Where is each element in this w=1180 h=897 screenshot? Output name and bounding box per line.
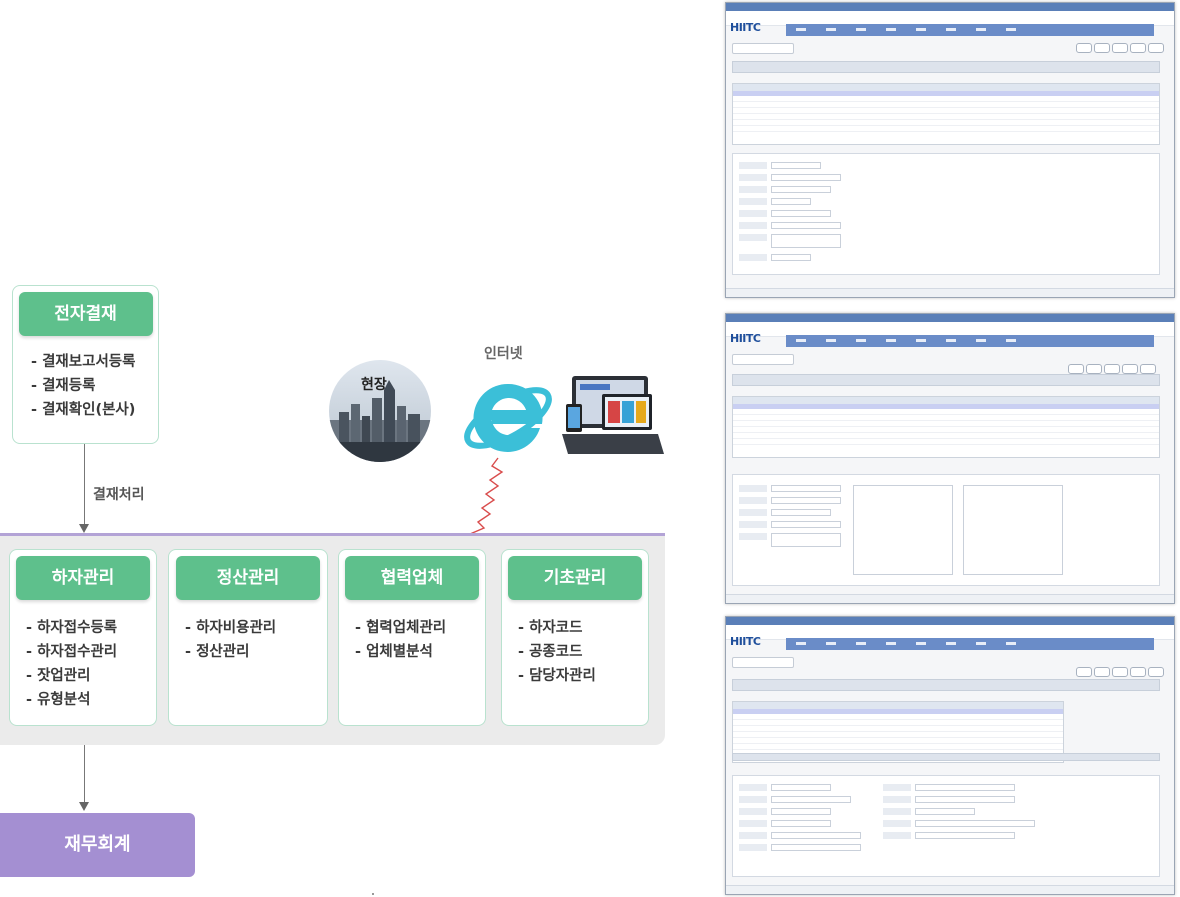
finance-arrow-line [84, 745, 85, 805]
approval-item: 결재보고서등록 [31, 350, 158, 374]
network-connection [469, 457, 504, 535]
module-item: 하자비용관리 [185, 616, 327, 640]
app-logo: HIITC [730, 635, 761, 648]
module-item: 담당자관리 [518, 664, 648, 688]
internet-explorer-icon [464, 383, 552, 452]
module-card: 협력업체 협력업체관리 업체별분석 [338, 549, 486, 726]
module-item: 하자코드 [518, 616, 648, 640]
process-label: 결재처리 [93, 487, 145, 503]
module-item: 잣업관리 [26, 664, 156, 688]
module-item: 하자접수관리 [26, 640, 156, 664]
module-item: 유형분석 [26, 688, 156, 712]
module-title[interactable]: 정산관리 [176, 556, 320, 600]
module-item: 하자접수등록 [26, 616, 156, 640]
module-card: 기초관리 하자코드 공종코드 담당자관리 [501, 549, 649, 726]
approval-item: 결재등록 [31, 374, 158, 398]
devices-icon [562, 376, 664, 454]
approval-title[interactable]: 전자결재 [18, 292, 153, 336]
module-title[interactable]: 기초관리 [508, 556, 642, 600]
screenshot-cost-settlement: HIITC [725, 616, 1175, 895]
internet-label: 인터넷 [484, 346, 523, 362]
module-items: 협력업체관리 업체별분석 [355, 616, 485, 664]
module-item: 정산관리 [185, 640, 327, 664]
module-item: 공종코드 [518, 640, 648, 664]
finance-box[interactable]: 재무회계 [0, 813, 195, 877]
module-item: 업체별분석 [355, 640, 485, 664]
screenshot-defect-management: HIITC [725, 313, 1175, 604]
approval-card: 전자결재 결재보고서등록 결재등록 결재확인(본사) [12, 285, 159, 444]
decorative-dot [372, 893, 374, 895]
module-title[interactable]: 하자관리 [16, 556, 150, 600]
module-card: 하자관리 하자접수등록 하자접수관리 잣업관리 유형분석 [9, 549, 157, 726]
app-logo: HIITC [730, 332, 761, 345]
approval-items: 결재보고서등록 결재등록 결재확인(본사) [31, 350, 158, 422]
app-logo: HIITC [730, 21, 761, 34]
approval-arrow-line [84, 444, 85, 528]
module-card: 정산관리 하자비용관리 정산관리 [168, 549, 328, 726]
screenshot-defect-registration: HIITC [725, 2, 1175, 298]
module-items: 하자접수등록 하자접수관리 잣업관리 유형분석 [26, 616, 156, 712]
module-title[interactable]: 협력업체 [345, 556, 479, 600]
approval-arrow-head [79, 524, 89, 533]
module-items: 하자코드 공종코드 담당자관리 [518, 616, 648, 688]
module-items: 하자비용관리 정산관리 [185, 616, 327, 664]
site-label: 현장 [361, 377, 387, 393]
module-item: 협력업체관리 [355, 616, 485, 640]
finance-arrow-head [79, 802, 89, 811]
approval-item: 결재확인(본사) [31, 398, 158, 422]
